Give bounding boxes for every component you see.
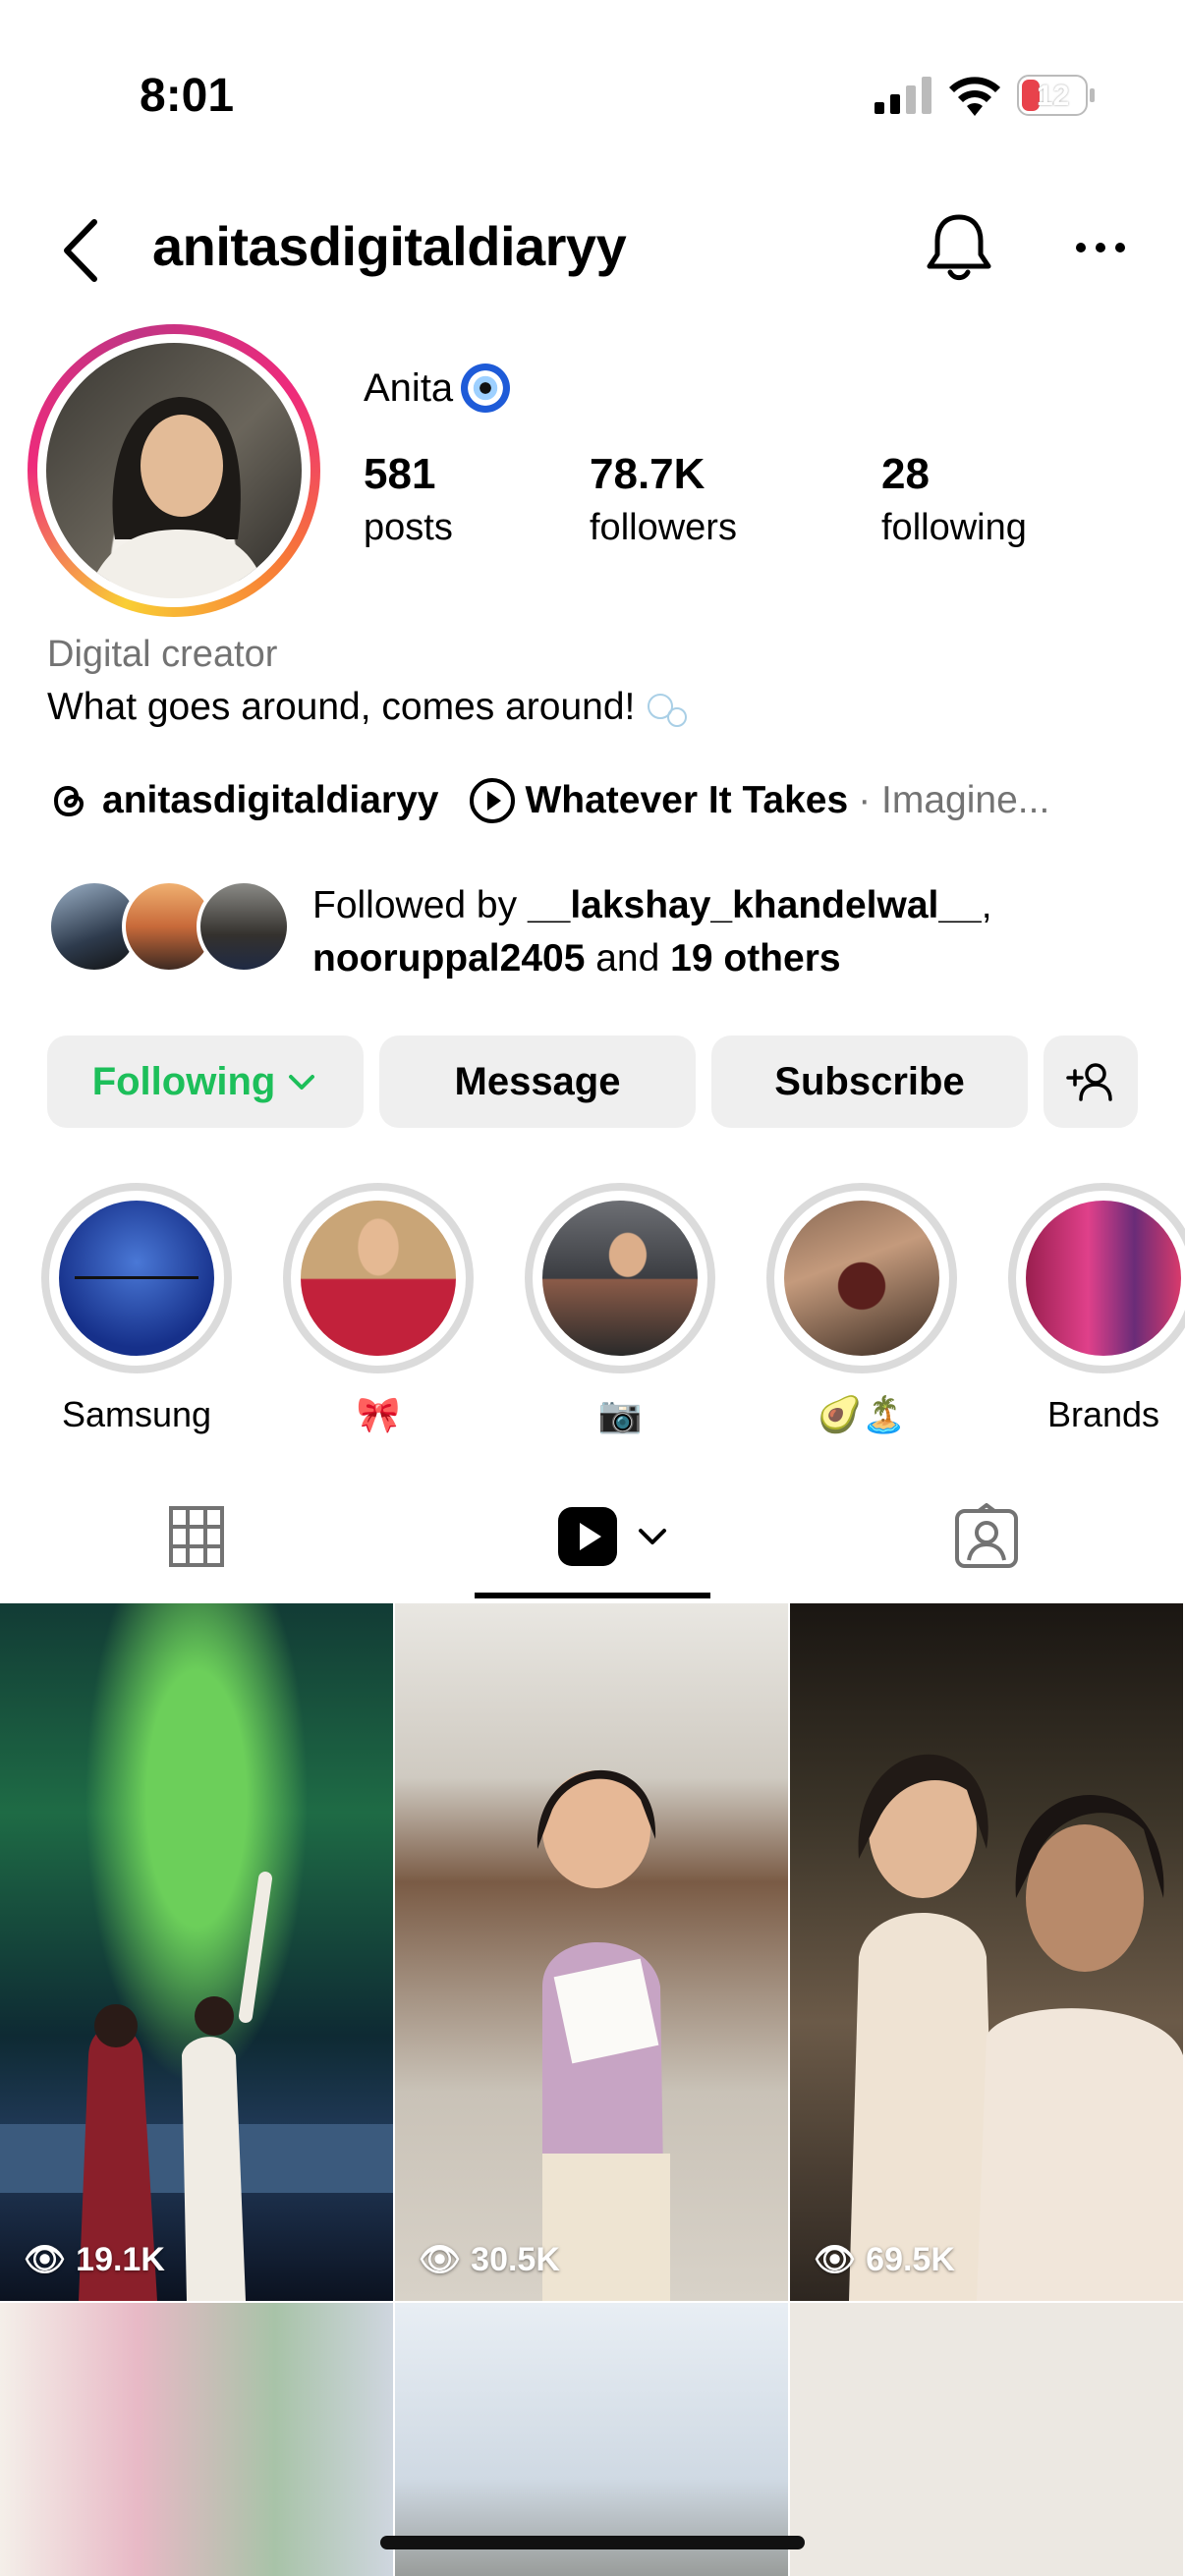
cellular-signal-icon [875,77,931,114]
reel-thumbnail[interactable] [0,2303,393,2576]
avatar-portrait-icon [85,397,267,598]
story-highlight[interactable]: Samsung [41,1183,232,1436]
posts-count[interactable]: 581 posts [364,447,453,553]
reel-view-count: 30.5K [471,2240,560,2278]
add-user-icon [1066,1063,1112,1101]
active-tab-indicator [475,1593,710,1598]
profile-links-row: anitasdigitaldiaryy Whatever It Takes · … [47,771,1049,830]
story-highlight[interactable]: 📷 [525,1183,715,1436]
play-circle-icon [470,778,516,823]
suggested-users-button[interactable] [1044,1036,1138,1128]
highlight-label: 📷 [597,1394,643,1434]
profile-music-artist[interactable]: · Imagine... [858,779,1049,822]
tagged-icon[interactable] [953,1503,1020,1570]
follower-avatar [197,879,291,974]
notification-bell-icon[interactable] [924,211,994,284]
follower-username[interactable]: __lakshay_khandelwal__ [528,884,982,926]
subscribe-button[interactable]: Subscribe [711,1036,1028,1128]
highlight-cover [1026,1201,1181,1356]
profile-music-title[interactable]: Whatever It Takes [525,779,848,822]
battery-level: 12 [1037,80,1070,112]
highlight-cover [59,1201,214,1356]
home-indicator[interactable] [380,2536,805,2549]
profile-username-title: anitasdigitaldiaryy [152,215,627,277]
following-count[interactable]: 28 following [881,447,1027,553]
profile-bio: What goes around, comes around! [47,686,697,729]
stat-label: following [881,507,1027,548]
followed-by-text: Followed by __lakshay_khandelwal__, noor… [312,884,992,980]
threads-handle-link[interactable]: anitasdigitaldiaryy [102,779,438,822]
reel-views: 👁 19.1K [24,2240,165,2279]
status-bar: 8:01 12 [0,0,1185,187]
eye-icon: 👁 [814,2241,857,2278]
battery-icon: 12 [1017,75,1096,116]
evil-eye-emoji-icon [461,364,511,413]
story-highlight[interactable]: 🎀 [283,1183,474,1436]
more-options-icon[interactable] [1071,231,1130,264]
profile-content-tabs [0,1474,1185,1601]
reels-grid: 👁 19.1K 👁 30.5K 👁 69.5K [0,1603,1185,2576]
bio-text: What goes around, comes around! [47,686,636,728]
stat-value: 78.7K [590,450,705,498]
story-highlight[interactable]: Brands [1008,1183,1185,1436]
following-button-label: Following [91,1059,276,1103]
highlight-label: 🥑🏝️ [818,1394,906,1434]
threads-icon [53,785,85,817]
message-button-label: Message [454,1059,621,1103]
reel-views: 👁 69.5K [814,2240,955,2279]
wifi-icon [949,77,1000,116]
stat-label: posts [364,507,453,548]
followers-others-count[interactable]: 19 others [670,937,840,980]
chevron-down-icon [289,1075,315,1090]
eye-icon: 👁 [24,2241,67,2278]
story-highlight[interactable]: 🥑🏝️ [766,1183,957,1436]
reel-thumbnail[interactable] [790,2303,1183,2576]
stat-label: followers [590,507,737,548]
stat-value: 28 [881,450,930,498]
highlight-cover [784,1201,939,1356]
highlight-cover [542,1201,698,1356]
highlight-cover [301,1201,456,1356]
profile-category: Digital creator [47,634,278,675]
highlight-label: Brands [1046,1394,1160,1434]
eye-icon: 👁 [419,2241,462,2278]
stat-value: 581 [364,450,436,498]
tab-reels[interactable] [556,1505,684,1568]
reel-thumbnail[interactable]: 👁 30.5K [395,1603,788,2301]
reel-view-count: 69.5K [866,2240,955,2278]
profile-avatar-story-ring[interactable] [28,324,320,617]
message-button[interactable]: Message [379,1036,696,1128]
followers-count[interactable]: 78.7K followers [590,447,737,553]
avatar [46,343,302,598]
follower-username[interactable]: nooruppal2405 [312,937,585,980]
display-name-text: Anita [364,365,454,410]
reel-views: 👁 30.5K [419,2240,560,2279]
chevron-down-icon [639,1529,666,1544]
bubbles-emoji-icon [646,690,697,729]
reel-thumbnail[interactable]: 👁 19.1K [0,1603,393,2301]
back-arrow-icon[interactable] [57,216,106,285]
reels-play-icon [558,1507,617,1566]
following-button[interactable]: Following [47,1036,364,1128]
status-time: 8:01 [140,70,235,122]
subscribe-button-label: Subscribe [774,1059,965,1103]
reel-view-count: 19.1K [76,2240,165,2278]
followed-by-row[interactable]: Followed by __lakshay_khandelwal__, noor… [47,879,1167,980]
highlight-label: Samsung [61,1394,212,1434]
grid-icon[interactable] [168,1505,225,1568]
highlight-label: 🎀 [356,1394,401,1434]
reel-thumbnail[interactable]: 👁 69.5K [790,1603,1183,2301]
display-name: Anita [364,364,511,413]
